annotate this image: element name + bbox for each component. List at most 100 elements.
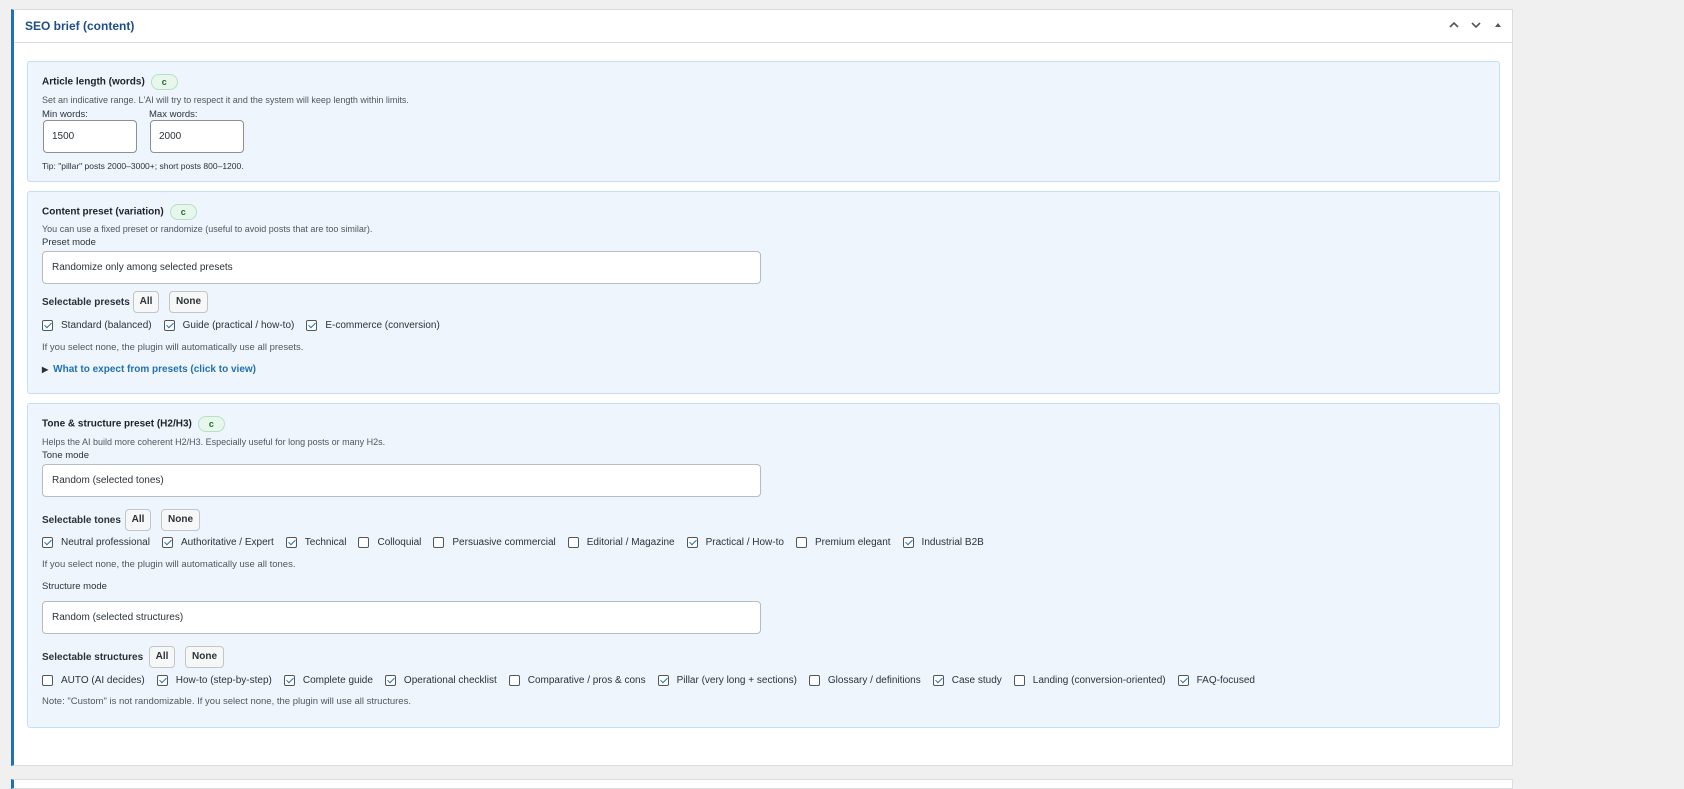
structure-option[interactable]: Glossary / definitions xyxy=(808,675,921,686)
structure-option[interactable]: Pillar (very long + sections) xyxy=(657,675,797,686)
tone-option[interactable]: Persuasive commercial xyxy=(433,537,556,548)
tone-mode-select[interactable]: Random (selected tones) xyxy=(42,464,761,497)
checkbox[interactable] xyxy=(808,675,820,686)
max-words-input[interactable]: 2000 xyxy=(150,120,244,153)
tone-option[interactable]: Editorial / Magazine xyxy=(567,537,675,548)
chevron-up-icon[interactable] xyxy=(1446,17,1462,33)
checkbox[interactable] xyxy=(42,320,53,331)
checkbox[interactable] xyxy=(283,675,295,686)
tones-all-button[interactable]: All xyxy=(125,509,151,531)
structure-option[interactable]: Landing (conversion-oriented) xyxy=(1013,675,1166,686)
structure-mode-select[interactable]: Random (selected structures) xyxy=(42,601,761,634)
structure-option[interactable]: Complete guide xyxy=(283,675,373,686)
presets-note: If you select none, the plugin will auto… xyxy=(42,342,304,353)
triangle-up-icon[interactable] xyxy=(1490,17,1506,33)
checkbox[interactable] xyxy=(161,537,173,548)
checkbox[interactable] xyxy=(163,320,175,331)
checkbox[interactable] xyxy=(1013,675,1025,686)
preset-option-guide[interactable]: Guide (practical / how-to) xyxy=(163,320,294,331)
checkbox[interactable] xyxy=(508,675,520,686)
structure-option-label: Landing (conversion-oriented) xyxy=(1032,675,1166,686)
article-length-title-text: Article length (words) xyxy=(42,76,145,88)
tone-structure-card: Tone & structure preset (H2/H3) c Helps t… xyxy=(27,403,1500,728)
chevron-down-icon[interactable] xyxy=(1468,17,1484,33)
metabox-title: SEO brief (content) xyxy=(25,19,135,33)
structure-option-label: FAQ-focused xyxy=(1196,675,1255,686)
checkbox[interactable] xyxy=(657,675,669,686)
tone-structure-description: Helps the AI build more coherent H2/H3. … xyxy=(42,437,386,447)
tone-option[interactable]: Industrial B2B xyxy=(902,537,984,548)
tone-option[interactable]: Technical xyxy=(285,537,347,548)
checkbox[interactable] xyxy=(42,537,53,548)
preset-mode-select[interactable]: Randomize only among selected presets xyxy=(42,251,761,284)
min-words-input[interactable]: 1500 xyxy=(43,120,137,153)
presets-details-label: What to expect from presets (click to vi… xyxy=(53,364,256,375)
article-length-description: Set an indicative range. L'AI will try t… xyxy=(42,95,409,105)
article-length-tip: Tip: "pillar" posts 2000–3000+; short po… xyxy=(42,161,244,171)
preset-option-label: E-commerce (conversion) xyxy=(325,320,440,331)
selectable-tones-label: Selectable tones xyxy=(42,515,121,526)
tones-none-button[interactable]: None xyxy=(161,509,200,531)
structures-all-button[interactable]: All xyxy=(149,646,175,668)
structure-option[interactable]: FAQ-focused xyxy=(1177,675,1255,686)
tone-option[interactable]: Practical / How-to xyxy=(686,537,784,548)
checkbox[interactable] xyxy=(156,675,168,686)
tone-option-label: Industrial B2B xyxy=(921,537,984,548)
tone-mode-label: Tone mode xyxy=(42,450,90,461)
checkbox[interactable] xyxy=(358,537,370,548)
preset-option-standard[interactable]: Standard (balanced) xyxy=(42,320,152,331)
structure-option[interactable]: Comparative / pros & cons xyxy=(508,675,646,686)
structure-option[interactable]: Case study xyxy=(932,675,1002,686)
structure-option[interactable]: How-to (step-by-step) xyxy=(156,675,272,686)
tone-option[interactable]: Authoritative / Expert xyxy=(161,537,274,548)
presets-checkbox-row: Standard (balanced) Guide (practical / h… xyxy=(42,320,452,331)
checkbox[interactable] xyxy=(567,537,579,548)
content-preset-title: Content preset (variation) c xyxy=(42,204,197,220)
min-words-label: Min words: xyxy=(42,109,88,120)
checkbox[interactable] xyxy=(384,675,396,686)
tone-option-label: Neutral professional xyxy=(61,537,150,548)
tone-option-label: Practical / How-to xyxy=(705,537,784,548)
tone-option-label: Editorial / Magazine xyxy=(586,537,675,548)
checkbox[interactable] xyxy=(433,537,445,548)
tone-option[interactable]: Colloquial xyxy=(358,537,421,548)
presets-details-toggle[interactable]: ▶ What to expect from presets (click to v… xyxy=(42,364,256,375)
checkbox[interactable] xyxy=(795,537,807,548)
presets-none-button[interactable]: None xyxy=(169,291,208,313)
structure-option-label: Case study xyxy=(951,675,1002,686)
checkbox[interactable] xyxy=(285,537,297,548)
presets-all-button[interactable]: All xyxy=(133,291,159,313)
checkbox[interactable] xyxy=(686,537,698,548)
structure-option-label: Comparative / pros & cons xyxy=(527,675,646,686)
tone-option-label: Colloquial xyxy=(377,537,422,548)
content-preset-description: You can use a fixed preset or randomize … xyxy=(42,224,373,234)
tone-structure-title-text: Tone & structure preset (H2/H3) xyxy=(42,418,192,430)
tone-option-label: Technical xyxy=(304,537,347,548)
tones-checkbox-row: Neutral professional Authoritative / Exp… xyxy=(42,537,996,548)
structures-checkbox-row: AUTO (AI decides) How-to (step-by-step) … xyxy=(42,675,1267,686)
checkbox[interactable] xyxy=(932,675,944,686)
structure-option-label: Complete guide xyxy=(302,675,373,686)
checkbox[interactable] xyxy=(1177,675,1189,686)
tones-note: If you select none, the plugin will auto… xyxy=(42,559,296,570)
metabox-controls xyxy=(1446,17,1506,33)
structure-option[interactable]: Operational checklist xyxy=(384,675,497,686)
tone-structure-title: Tone & structure preset (H2/H3) c xyxy=(42,416,225,432)
preset-option-ecommerce[interactable]: E-commerce (conversion) xyxy=(306,320,440,331)
content-preset-card: Content preset (variation) c You can use … xyxy=(27,191,1500,394)
structure-option-label: AUTO (AI decides) xyxy=(61,675,145,686)
preset-option-label: Standard (balanced) xyxy=(61,320,152,331)
article-length-badge: c xyxy=(150,74,178,90)
structure-mode-label: Structure mode xyxy=(42,581,107,592)
tone-option-label: Authoritative / Expert xyxy=(180,537,274,548)
checkbox[interactable] xyxy=(902,537,914,548)
tone-option[interactable]: Neutral professional xyxy=(42,537,150,548)
selectable-presets-label: Selectable presets xyxy=(42,297,130,308)
structure-option[interactable]: AUTO (AI decides) xyxy=(42,675,145,686)
structures-none-button[interactable]: None xyxy=(185,646,224,668)
tone-option[interactable]: Premium elegant xyxy=(795,537,891,548)
max-words-label: Max words: xyxy=(149,109,198,120)
checkbox[interactable] xyxy=(42,675,53,686)
checkbox[interactable] xyxy=(306,320,318,331)
metabox-header[interactable]: SEO brief (content) xyxy=(14,10,1512,43)
